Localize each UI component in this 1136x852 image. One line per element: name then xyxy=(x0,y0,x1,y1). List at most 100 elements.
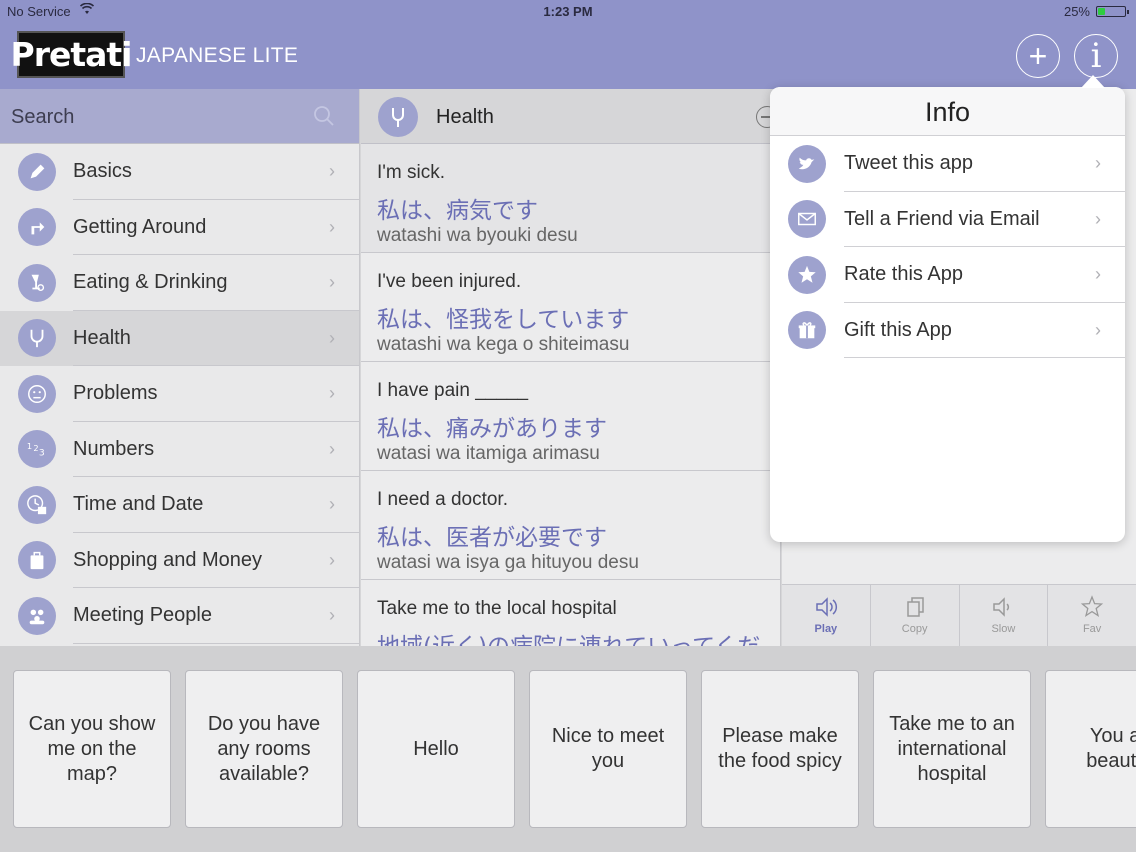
svg-text:3: 3 xyxy=(39,448,45,459)
search-label: Search xyxy=(11,106,75,128)
slow-button[interactable]: Slow xyxy=(960,585,1049,646)
phrase-item[interactable]: I'm sick. 私は、病気です watashi wa byouki desu xyxy=(361,144,780,253)
category-item-eating-drinking[interactable]: Eating & Drinking › xyxy=(0,255,359,311)
info-item-tell-a-friend-via-email[interactable]: Tell a Friend via Email › xyxy=(770,192,1125,247)
toolbar-label: Fav xyxy=(1082,623,1102,635)
shopping-bag-icon xyxy=(18,541,56,580)
info-item-rate-this-app[interactable]: Rate this App › xyxy=(770,247,1125,303)
quick-phrase-card[interactable]: Hello xyxy=(357,670,515,828)
toolbar-label: Copy xyxy=(901,623,928,635)
quick-phrase-card[interactable]: Can you show me on the map? xyxy=(13,670,171,828)
category-item-getting-around[interactable]: Getting Around › xyxy=(0,200,359,255)
quick-phrase-card[interactable]: You are beautiful xyxy=(1045,670,1136,828)
phrase-item[interactable]: I've been injured. 私は、怪我をしています watashi wa … xyxy=(361,253,780,362)
chevron-right-icon: › xyxy=(1095,208,1101,229)
phrase-romaji: watasi wa isya ga hituyou desu xyxy=(377,552,639,573)
category-label: Shopping and Money xyxy=(73,548,263,571)
phrase-romaji: watashi wa kega o shiteimasu xyxy=(377,334,630,355)
phrase-english: Take me to the local hospital xyxy=(377,598,617,619)
search-icon[interactable] xyxy=(313,105,335,127)
play-button[interactable]: Play xyxy=(782,585,871,646)
toolbar-label: Slow xyxy=(991,623,1016,635)
category-item-meeting-people[interactable]: Meeting People › xyxy=(0,588,359,644)
phrase-japanese: 私は、病気です xyxy=(377,198,538,224)
divider xyxy=(844,357,1125,358)
phrase-english: I've been injured. xyxy=(377,271,522,292)
category-label: Eating & Drinking xyxy=(73,271,228,294)
chevron-right-icon: › xyxy=(1095,153,1101,174)
category-item-problems[interactable]: Problems › xyxy=(0,366,359,422)
clock: 1:23 PM xyxy=(543,4,593,19)
phrase-english: I have pain _____ xyxy=(377,380,529,401)
category-label: Time and Date xyxy=(73,493,204,516)
chevron-right-icon: › xyxy=(329,327,335,348)
phrase-english: I'm sick. xyxy=(377,162,446,183)
chevron-right-icon: › xyxy=(329,494,335,515)
chevron-right-icon: › xyxy=(329,438,335,459)
info-popover: Info Tweet this app › Tell a Friend via Em… xyxy=(770,75,1125,542)
chevron-right-icon: › xyxy=(329,161,335,182)
app-header: No Service 1:23 PM 25% Pretati JAPANESE … xyxy=(0,0,1136,89)
info-item-label: Tell a Friend via Email xyxy=(844,207,1040,230)
popover-title: Info xyxy=(770,87,1125,136)
category-label: Numbers xyxy=(73,437,155,460)
pencil-icon xyxy=(18,152,56,191)
plus-icon: + xyxy=(1028,37,1048,74)
phrase-japanese: 地域(近く)の病院に連れていってください xyxy=(377,627,780,646)
info-item-label: Rate this App xyxy=(844,263,963,286)
quick-phrase-card[interactable]: Take me to an international hospital xyxy=(873,670,1031,828)
quick-phrase-text: Please make the food spicy xyxy=(718,725,842,772)
glass-fork-icon xyxy=(18,263,56,302)
quick-phrase-card[interactable]: Do you have any rooms available? xyxy=(185,670,343,828)
quick-phrase-card[interactable]: Please make the food spicy xyxy=(701,670,859,828)
info-item-label: Tweet this app xyxy=(844,152,973,175)
svg-text:2: 2 xyxy=(33,443,38,453)
star-icon xyxy=(788,255,826,294)
battery-level xyxy=(1098,8,1105,15)
envelope-icon xyxy=(788,200,826,239)
info-button[interactable]: i xyxy=(1074,34,1118,78)
category-item-time-and-date[interactable]: Time and Date › xyxy=(0,477,359,533)
copy-button[interactable]: Copy xyxy=(871,585,960,646)
stethoscope-icon xyxy=(18,319,56,358)
toolbar-label: Play xyxy=(814,623,838,635)
category-label: Problems xyxy=(73,382,158,405)
chevron-right-icon: › xyxy=(1095,319,1101,340)
category-item-health[interactable]: Health › xyxy=(0,310,359,366)
category-panel: Search Basics › Getting Around › Eating & Dr… xyxy=(0,89,360,646)
category-list: Basics › Getting Around › Eating & Drinking ›… xyxy=(0,144,359,644)
stethoscope-icon xyxy=(378,97,418,137)
phrase-japanese: 私は、痛みがあります xyxy=(377,416,607,442)
phrase-romaji: watashi wa byouki desu xyxy=(377,225,578,246)
phrase-romaji: watasi wa itamiga arimasu xyxy=(377,443,600,464)
info-item-gift-this-app[interactable]: Gift this App › xyxy=(770,303,1125,358)
category-item-numbers[interactable]: 1 2 3 Numbers › xyxy=(0,422,359,477)
status-bar: No Service 1:23 PM 25% xyxy=(0,0,1136,22)
svg-text:1: 1 xyxy=(27,441,32,451)
chevron-right-icon: › xyxy=(329,605,335,626)
phrase-item[interactable]: Take me to the local hospital 地域(近く)の病院に連… xyxy=(361,580,780,646)
phrase-item[interactable]: I need a doctor. 私は、医者が必要です watasi wa isya… xyxy=(361,471,780,580)
add-button[interactable]: + xyxy=(1016,34,1060,78)
category-label: Meeting People xyxy=(73,604,212,627)
info-item-tweet-this-app[interactable]: Tweet this app › xyxy=(770,136,1125,192)
app-subtitle: JAPANESE LITE xyxy=(136,44,299,67)
quick-phrase-text: Hello xyxy=(413,737,459,760)
gift-icon xyxy=(788,311,826,350)
phrase-japanese: 私は、怪我をしています xyxy=(377,307,630,333)
chevron-right-icon: › xyxy=(1095,264,1101,285)
category-item-shopping-and-money[interactable]: Shopping and Money › xyxy=(0,533,359,588)
chevron-right-icon: › xyxy=(329,216,335,237)
clock-calendar-icon xyxy=(18,485,56,524)
fav-button[interactable]: Fav xyxy=(1048,585,1136,646)
info-item-label: Gift this App xyxy=(844,318,952,341)
speaker-icon xyxy=(816,597,837,617)
quick-phrase-text: Take me to an international hospital xyxy=(889,712,1015,785)
phrase-item[interactable]: I have pain _____ 私は、痛みがあります watasi wa ita… xyxy=(361,362,780,471)
quick-phrase-card[interactable]: Nice to meet you xyxy=(529,670,687,828)
chevron-right-icon: › xyxy=(329,272,335,293)
people-icon xyxy=(18,596,56,635)
search-bar[interactable]: Search xyxy=(0,89,359,144)
category-item-basics[interactable]: Basics › xyxy=(0,144,359,200)
phrase-toolbar: Play Copy Slow Fav xyxy=(782,584,1136,646)
